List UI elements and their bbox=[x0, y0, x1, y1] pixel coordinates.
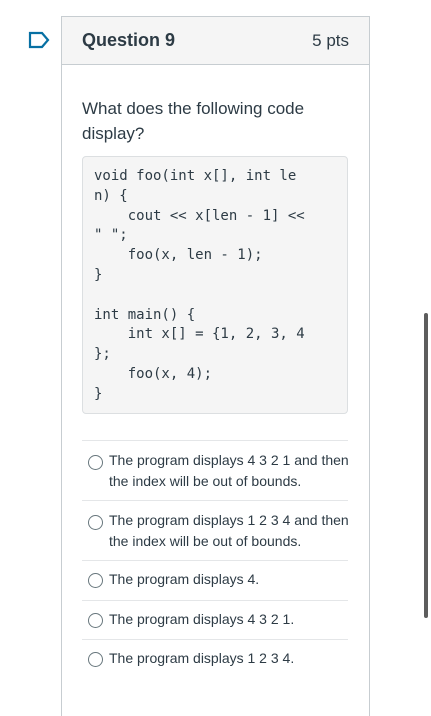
answer-option-2[interactable]: The program displays 1 2 3 4 and then th… bbox=[82, 500, 349, 560]
question-card: Question 9 5 pts What does the following… bbox=[61, 16, 370, 716]
answer-label: The program displays 4 3 2 1. bbox=[109, 611, 295, 627]
answer-list: The program displays 4 3 2 1 and then th… bbox=[82, 440, 349, 679]
answer-label: The program displays 4. bbox=[109, 571, 260, 587]
radio-button[interactable] bbox=[88, 515, 103, 530]
code-block: void foo(int x[], int le n) { cout << x[… bbox=[82, 156, 348, 414]
radio-button[interactable] bbox=[88, 613, 103, 628]
radio-button[interactable] bbox=[88, 455, 103, 470]
question-title: Question 9 bbox=[82, 30, 176, 50]
radio-button[interactable] bbox=[88, 573, 103, 588]
code-text: void foo(int x[], int le n) { cout << x[… bbox=[94, 168, 305, 402]
radio-button[interactable] bbox=[88, 652, 103, 667]
answer-label: The program displays 1 2 3 4. bbox=[109, 650, 295, 666]
answer-option-1[interactable]: The program displays 4 3 2 1 and then th… bbox=[82, 440, 349, 500]
question-points: 5 pts bbox=[312, 31, 349, 50]
answer-option-5[interactable]: The program displays 1 2 3 4. bbox=[82, 639, 348, 679]
answer-label: The program displays 4 3 2 1 and then th… bbox=[109, 452, 349, 489]
answer-option-4[interactable]: The program displays 4 3 2 1. bbox=[82, 600, 348, 639]
answer-option-3[interactable]: The program displays 4. bbox=[82, 560, 348, 600]
question-prompt: What does the following code display? bbox=[82, 99, 305, 143]
scrollbar[interactable] bbox=[424, 313, 428, 618]
question-header: Question 9 5 pts bbox=[62, 17, 369, 65]
bookmark-flag-icon[interactable] bbox=[28, 31, 50, 49]
answer-label: The program displays 1 2 3 4 and then th… bbox=[109, 512, 349, 549]
